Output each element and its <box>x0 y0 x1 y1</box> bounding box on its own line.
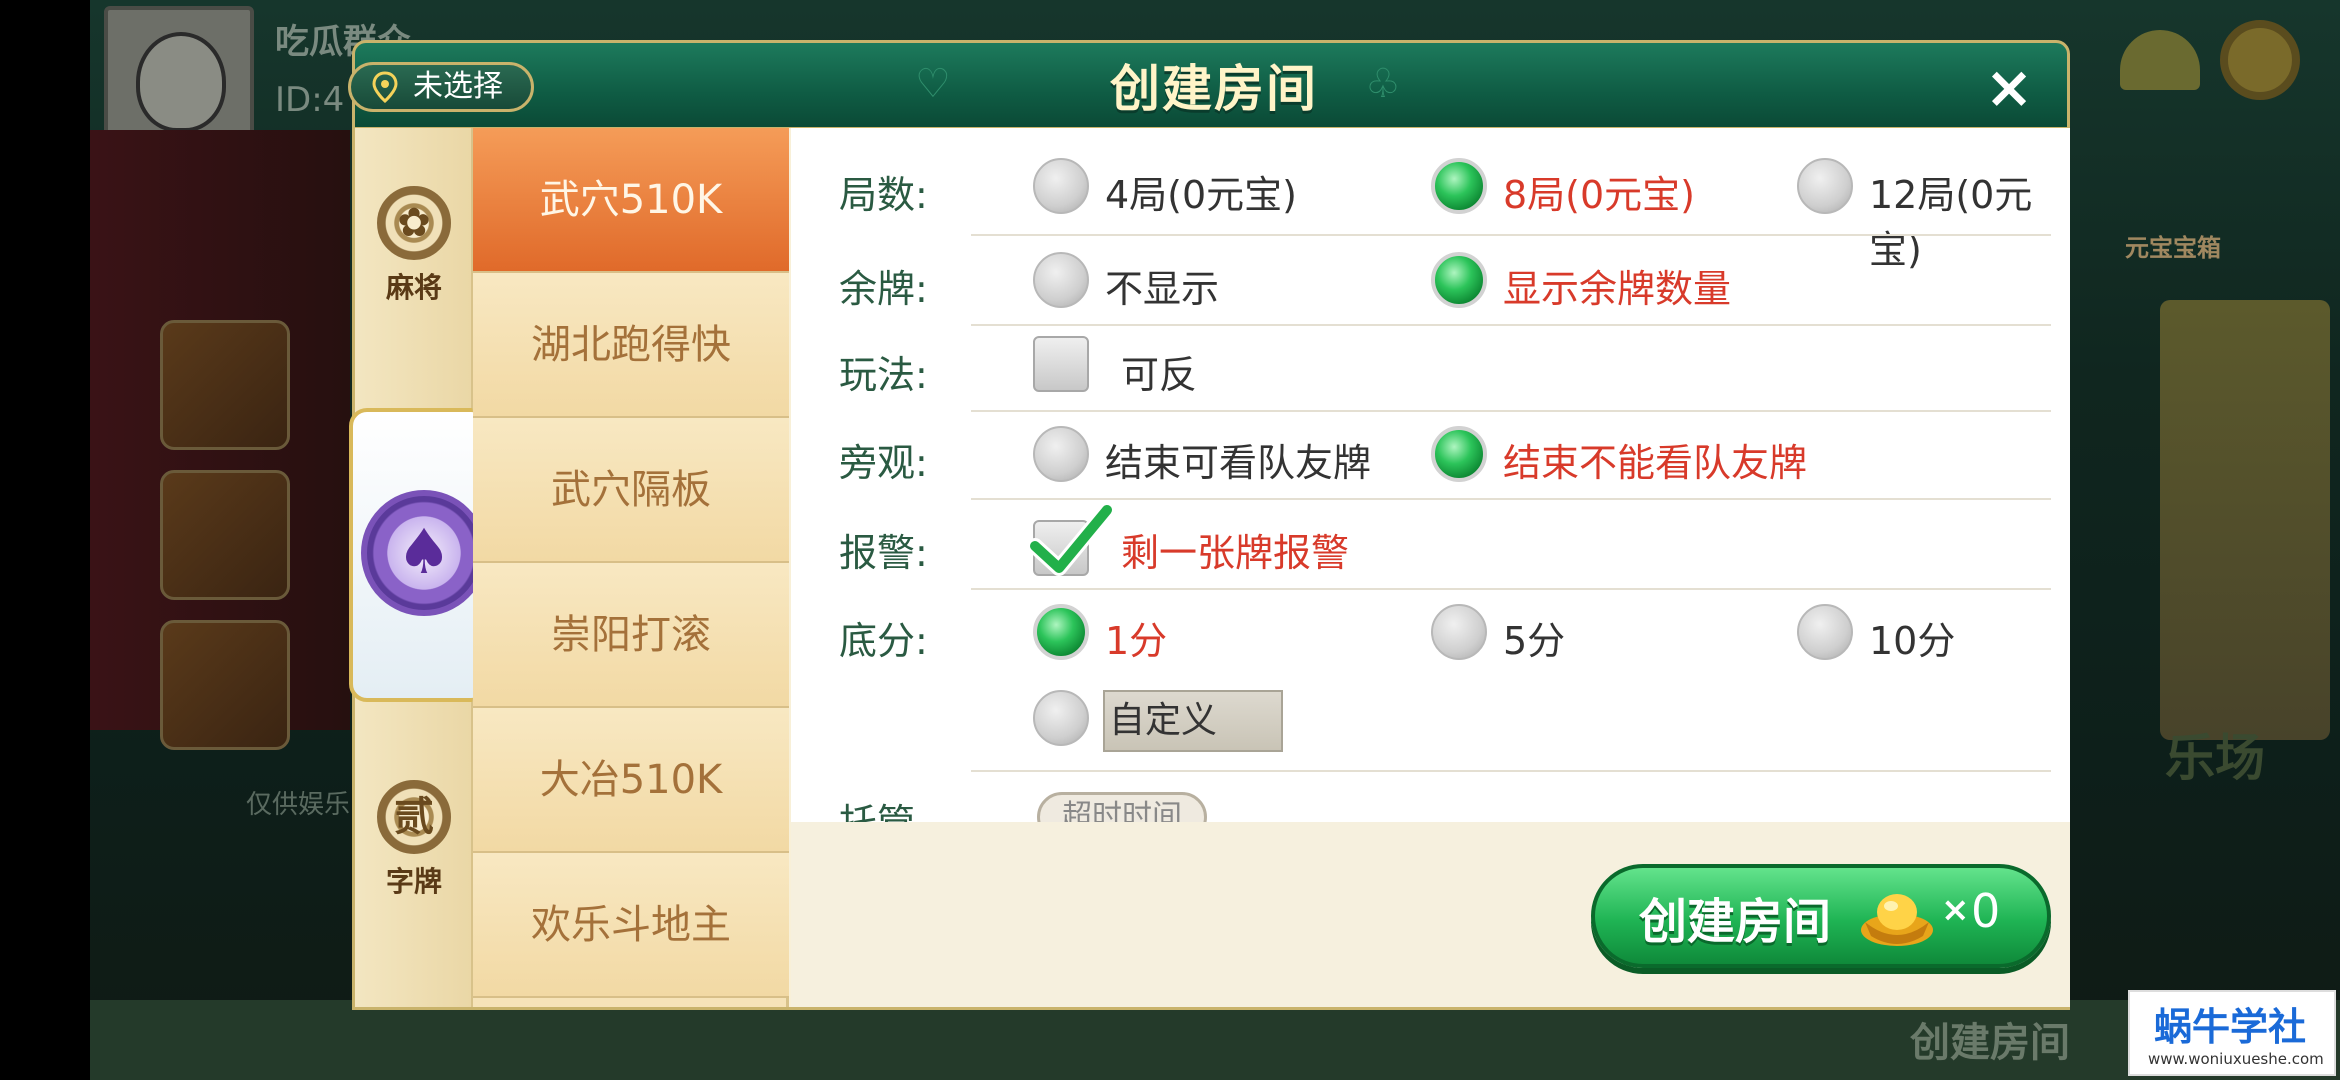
notice-text: 仅供娱乐 <box>246 790 351 820</box>
watermark-name: 蜗牛学社 <box>2154 1005 2307 1049</box>
row-divider <box>971 410 2051 412</box>
create-room-button-label: 创建房间 <box>1639 894 1832 950</box>
play-option-kefan[interactable]: 可反 <box>1121 344 1197 399</box>
game-item-wuxue-geban[interactable]: 武穴隔板 <box>473 418 789 563</box>
create-room-dialog: ♡ ♧ 创建房间 × 未选择 ✿ 麻将 贰 字牌 ♠ 武穴510K 湖北跑得快 … <box>348 40 2070 1010</box>
rounds-radio-4[interactable] <box>1033 158 1089 214</box>
game-tile[interactable] <box>160 470 290 600</box>
category-label: 麻将 <box>385 271 442 304</box>
mahjong-emblem-icon: ✿ <box>377 186 451 260</box>
row-divider <box>971 324 2051 326</box>
dialog-title: 创建房间 <box>1110 60 1318 118</box>
game-item-hubei-paodekuai[interactable]: 湖北跑得快 <box>473 273 789 418</box>
spectate-label: 旁观: <box>839 441 928 485</box>
spectate-option-can-see[interactable]: 结束可看队友牌 <box>1105 432 1371 487</box>
row-divider <box>971 498 2051 500</box>
gold-ingot-icon <box>1861 894 1933 946</box>
base-score-radio-custom[interactable] <box>1033 690 1089 746</box>
spectate-radio-cannot-see[interactable] <box>1431 426 1487 482</box>
alarm-checkbox[interactable] <box>1029 502 1113 576</box>
base-score-radio-5[interactable] <box>1431 604 1487 660</box>
category-zipai[interactable]: 贰 字牌 <box>355 780 473 900</box>
rounds-radio-12[interactable] <box>1797 158 1853 214</box>
game-tile[interactable] <box>160 320 290 450</box>
cost-multiplier: × <box>1941 890 1970 930</box>
zipai-emblem-icon: 贰 <box>377 780 451 854</box>
spade-chip-icon: ♠ <box>361 490 487 616</box>
base-score-label: 底分: <box>839 619 928 663</box>
fun-area-label[interactable]: 乐场 <box>2165 718 2265 790</box>
spectate-option-cannot-see[interactable]: 结束不能看队友牌 <box>1503 432 1807 487</box>
game-item-chongyang-dagun[interactable]: 崇阳打滚 <box>473 563 789 708</box>
promo-panel[interactable] <box>2160 300 2330 740</box>
game-item-huanle-doudizhu[interactable]: 欢乐斗地主 <box>473 853 789 998</box>
rounds-option-12[interactable]: 12局(0元宝) <box>1869 164 2070 274</box>
room-cost-value: 0 <box>1971 884 2001 938</box>
location-button[interactable]: 未选择 <box>348 62 534 112</box>
game-tile[interactable] <box>160 620 290 750</box>
base-score-radio-10[interactable] <box>1797 604 1853 660</box>
watermark-url: www.woniuxueshe.com <box>2148 1050 2324 1068</box>
spectate-radio-can-see[interactable] <box>1033 426 1089 482</box>
alarm-option-last-card[interactable]: 剩一张牌报警 <box>1121 522 1349 577</box>
mountain-icon[interactable] <box>2120 30 2200 90</box>
alarm-label: 报警: <box>839 531 928 575</box>
rounds-option-4[interactable]: 4局(0元宝) <box>1105 164 1297 219</box>
rounds-label: 局数: <box>839 173 928 217</box>
avatar-face-icon <box>136 32 226 132</box>
location-label: 未选择 <box>413 69 503 104</box>
dialog-header: ♡ ♧ 创建房间 × <box>352 40 2070 130</box>
game-item-wuxue-510k[interactable]: 武穴510K <box>473 128 789 273</box>
dialog-body: ✿ 麻将 贰 字牌 ♠ 武穴510K 湖北跑得快 武穴隔板 崇阳打滚 大冶510… <box>349 128 2070 1010</box>
treasure-box-label[interactable]: 元宝宝箱 <box>2125 228 2221 263</box>
game-list: 武穴510K 湖北跑得快 武穴隔板 崇阳打滚 大冶510K 欢乐斗地主 <box>473 128 789 1007</box>
row-divider <box>971 588 2051 590</box>
base-score-radio-1[interactable] <box>1033 604 1089 660</box>
rounds-option-8[interactable]: 8局(0元宝) <box>1503 164 1695 219</box>
create-room-button[interactable]: 创建房间 × 0 <box>1591 864 2051 968</box>
category-label: 字牌 <box>385 865 442 898</box>
base-score-option-10[interactable]: 10分 <box>1869 610 1955 665</box>
base-score-option-5[interactable]: 5分 <box>1503 610 1565 665</box>
room-options-panel[interactable]: 局数: 4局(0元宝) 8局(0元宝) 12局(0元宝) 余牌: 不显示 显示余… <box>791 128 2070 822</box>
row-divider <box>971 770 2051 772</box>
custom-score-input[interactable]: 自定义 <box>1103 690 1283 752</box>
base-score-option-1[interactable]: 1分 <box>1105 610 1167 665</box>
remaining-option-hide[interactable]: 不显示 <box>1105 258 1219 313</box>
remaining-radio-hide[interactable] <box>1033 252 1089 308</box>
row-divider <box>971 234 2051 236</box>
close-button[interactable]: × <box>1977 57 2041 121</box>
remaining-option-show[interactable]: 显示余牌数量 <box>1503 258 1731 313</box>
player-id: ID:4 <box>275 80 345 120</box>
location-pin-icon <box>372 71 398 104</box>
play-checkbox[interactable] <box>1033 336 1089 392</box>
remaining-radio-show[interactable] <box>1431 252 1487 308</box>
check-mark-icon <box>1029 502 1113 576</box>
rounds-radio-8[interactable] <box>1431 158 1487 214</box>
remaining-label: 余牌: <box>839 267 928 311</box>
site-watermark: 蜗牛学社 www.woniuxueshe.com <box>2128 990 2336 1076</box>
play-label: 玩法: <box>839 353 928 397</box>
hosting-label: 托管 <box>839 792 915 822</box>
dialog-footer: 创建房间 × 0 <box>791 822 2070 1007</box>
game-item-daye-510k[interactable]: 大冶510K <box>473 708 789 853</box>
gear-icon[interactable] <box>2220 20 2300 100</box>
hosting-timeout-button[interactable]: 超时时间 <box>1037 792 1207 822</box>
lobby-create-room-label[interactable]: 创建房间 <box>1910 1010 2070 1068</box>
category-mahjong[interactable]: ✿ 麻将 <box>355 186 473 306</box>
